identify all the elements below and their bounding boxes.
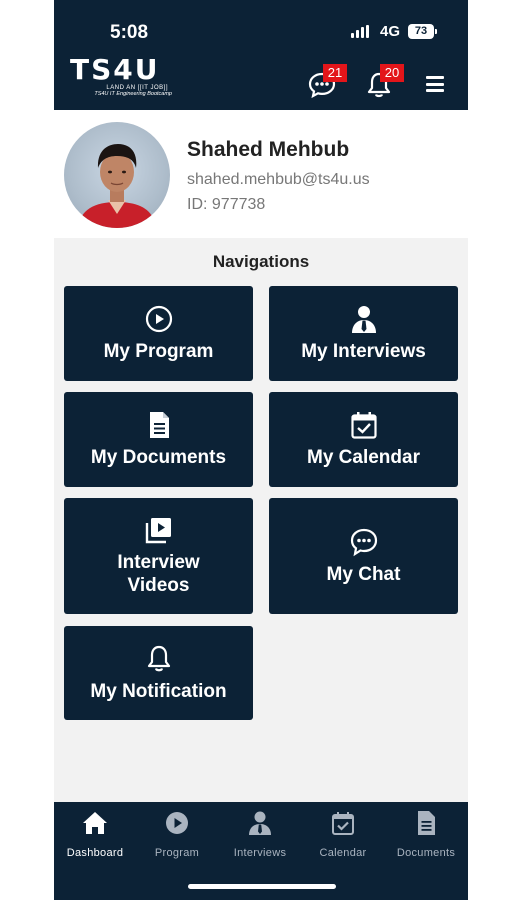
logo-text: TS4U	[70, 53, 160, 86]
home-indicator[interactable]	[188, 884, 336, 889]
hamburger-menu-icon[interactable]	[426, 76, 444, 92]
tile-interview-videos[interactable]: Interview Videos	[64, 498, 253, 614]
tile-my-chat[interactable]: My Chat	[269, 498, 458, 614]
signal-icon	[351, 25, 369, 38]
notification-badge: 20	[380, 64, 404, 82]
chat-badge: 21	[323, 64, 347, 82]
tile-label: My Calendar	[307, 447, 420, 468]
chat-button[interactable]: 21	[307, 64, 347, 100]
profile-card: Shahed Mehbub shahed.mehbub@ts4u.us ID: …	[54, 110, 468, 238]
app-screen: 5:08 4G 73 TS4U LAND AN [[IT JOB]] TS4U …	[54, 0, 468, 900]
user-tie-icon	[351, 306, 376, 333]
play-circle-icon	[166, 812, 188, 834]
app-header: 5:08 4G 73 TS4U LAND AN [[IT JOB]] TS4U …	[54, 0, 468, 110]
bottom-nav-calendar[interactable]: Calendar	[302, 802, 384, 859]
tile-label: My Interviews	[301, 341, 426, 362]
bottom-nav-label: Calendar	[319, 847, 367, 859]
play-circle-icon	[145, 305, 172, 333]
bottom-nav-label: Program	[154, 847, 200, 859]
document-icon	[418, 811, 435, 835]
user-tie-icon	[249, 811, 271, 835]
bottom-nav-interviews[interactable]: Interviews	[219, 802, 301, 859]
tile-label: Interview Videos	[117, 552, 200, 596]
tile-my-program[interactable]: My Program	[64, 286, 253, 381]
document-icon	[149, 412, 169, 438]
calendar-check-icon	[350, 412, 377, 439]
navigations-title: Navigations	[212, 252, 310, 271]
tile-label: My Chat	[326, 563, 401, 585]
bottom-nav-label: Interviews	[233, 847, 287, 859]
profile-name: Shahed Mehbub	[187, 138, 350, 161]
notification-button[interactable]: 20	[364, 64, 404, 100]
bottom-nav-dashboard[interactable]: Dashboard	[54, 802, 136, 859]
bottom-nav-program[interactable]: Program	[136, 802, 218, 859]
profile-email: shahed.mehbub@ts4u.us	[187, 171, 370, 188]
tile-my-calendar[interactable]: My Calendar	[269, 392, 458, 487]
tile-label: My Documents	[90, 447, 227, 468]
logo-subtitle: TS4U IT Engineering Bootcamp	[94, 91, 172, 97]
battery-tip	[435, 29, 437, 34]
ts4u-logo[interactable]: TS4U LAND AN [[IT JOB]] TS4U IT Engineer…	[70, 56, 180, 102]
bottom-nav-label: Dashboard	[66, 847, 124, 859]
bottom-nav-documents[interactable]: Documents	[385, 802, 467, 859]
home-icon	[83, 812, 107, 834]
avatar	[64, 122, 170, 228]
bell-icon	[147, 645, 170, 671]
chat-bubble-icon	[350, 528, 377, 556]
calendar-check-icon	[332, 812, 354, 835]
tile-label: My Notification	[90, 680, 227, 702]
battery-icon: 73	[408, 24, 434, 39]
tile-my-interviews[interactable]: My Interviews	[269, 286, 458, 381]
bottom-nav-label: Documents	[396, 847, 456, 859]
tile-label: My Program	[103, 341, 214, 362]
tile-my-notification[interactable]: My Notification	[64, 626, 253, 720]
profile-id: ID: 977738	[187, 196, 266, 213]
network-label: 4G	[380, 23, 401, 40]
video-library-icon	[145, 518, 171, 544]
status-time: 5:08	[110, 22, 149, 43]
tile-my-documents[interactable]: My Documents	[64, 392, 253, 487]
